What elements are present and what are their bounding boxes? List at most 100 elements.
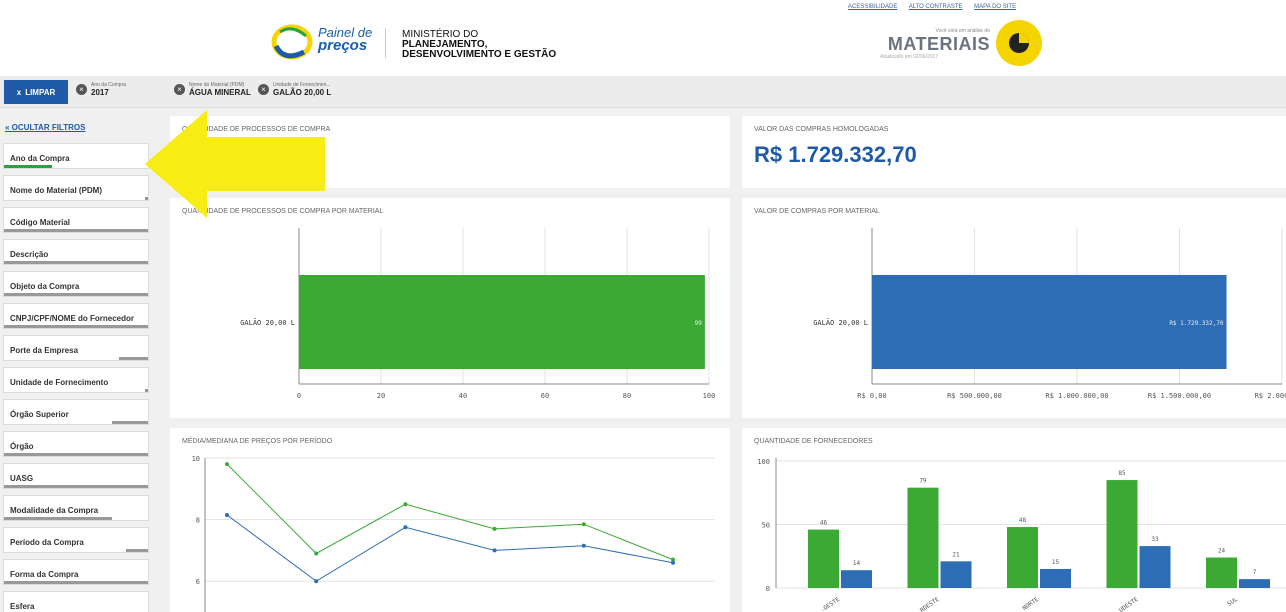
x-tick-label: 0 (297, 392, 301, 400)
x-tick-label: 40 (459, 392, 467, 400)
card-qtd-por-material: QUANTIDADE DE PROCESSOS DE COMPRA POR MA… (170, 198, 730, 418)
y-tick-label: 8 (196, 517, 200, 525)
data-point (581, 543, 586, 548)
filter-item[interactable]: Ano da Compra (3, 143, 149, 169)
data-label: 48 (1019, 517, 1027, 524)
remove-chip-icon[interactable]: × (76, 84, 87, 95)
chart-qtd-por-material[interactable]: 0 20 40 60 80 100 GALÃO 20,00 L 99 (170, 198, 730, 418)
chip-value: ÁGUA MINERAL (189, 88, 251, 97)
analysis-value: MATERIAIS (887, 34, 990, 54)
filter-item[interactable]: Órgão (3, 431, 149, 457)
bar (1040, 568, 1071, 588)
chip-value: 2017 (91, 88, 109, 97)
data-label: R$ 1.729.332,70 (1169, 320, 1224, 327)
data-label: 14 (853, 560, 861, 567)
data-point (314, 579, 319, 584)
data-label: 21 (952, 551, 960, 558)
filter-item[interactable]: Unidade de Fornecimento (3, 367, 149, 393)
data-point (581, 522, 586, 527)
category-label: GALÃO 20,00 L (813, 318, 868, 327)
filter-chip-material[interactable]: × Nome do Material (PDM) ÁGUA MINERAL (174, 82, 251, 97)
filter-item-bar (145, 389, 148, 392)
bar (299, 275, 705, 369)
card-title: VALOR DAS COMPRAS HOMOLOGADAS (754, 126, 889, 133)
data-point (314, 551, 319, 556)
bar (1139, 546, 1171, 588)
filter-item-bar (4, 581, 148, 584)
data-label: 33 (1151, 536, 1159, 543)
filter-item-bar (4, 485, 148, 488)
bar (1239, 579, 1270, 588)
x-tick-label: 80 (623, 392, 631, 400)
chart-media-precos[interactable]: 6 8 10 (170, 428, 730, 612)
category-label: SUL (1226, 596, 1239, 608)
filter-item-bar (119, 357, 148, 360)
chip-value: GALÃO 20,00 L (273, 88, 332, 97)
card-valor-compras: VALOR DAS COMPRAS HOMOLOGADAS R$ 1.729.3… (742, 116, 1286, 188)
filter-item-bar (4, 293, 148, 296)
filter-item[interactable]: Código Material (3, 207, 149, 233)
bar (940, 561, 972, 588)
filter-item-bar (4, 325, 148, 328)
card-media-precos: MÉDIA/MEDIANA DE PREÇOS POR PERÍODO 6 8 10 (170, 428, 730, 612)
bar (1106, 480, 1138, 588)
x-tick-label: R$ 500.000,00 (947, 392, 1002, 400)
filter-item[interactable]: Período da Compra (3, 527, 149, 553)
y-tick-label: 0 (766, 585, 770, 593)
filter-item-label: Forma da Compra (10, 570, 79, 579)
filter-item[interactable]: UASG (3, 463, 149, 489)
filter-chip-unidade[interactable]: × Unidade de Fornecimen... GALÃO 20,00 L (258, 82, 331, 97)
filter-item[interactable]: Órgão Superior (3, 399, 149, 425)
data-point (225, 512, 229, 517)
data-point (492, 526, 497, 531)
filter-item[interactable]: Porte da Empresa (3, 335, 149, 361)
link-acessibilidade[interactable]: ACESSIBILIDADE (848, 4, 897, 10)
filter-item[interactable]: Descrição (3, 239, 149, 265)
y-tick-label: 50 (762, 522, 770, 530)
x-tick-label: R$ 0,00 (857, 392, 887, 400)
filter-item-bar (4, 165, 52, 168)
filter-item-bar (4, 261, 148, 264)
filter-chip-ano[interactable]: × Ano da Compra 2017 (76, 82, 126, 97)
hide-filters-label: OCULTAR FILTROS (11, 123, 86, 132)
analysis-context: Você está em análise de MATERIAIS Atuali… (880, 28, 990, 60)
data-label: 79 (919, 478, 927, 485)
logo-text[interactable]: Painel de preços (318, 26, 372, 54)
filter-item[interactable]: CNPJ/CPF/NOME do Fornecedor (3, 303, 149, 329)
materials-toggle-button[interactable] (996, 20, 1042, 66)
filter-item[interactable]: Objeto da Compra (3, 271, 149, 297)
page-header: Painel de preços MINISTÉRIO DO PLANEJAME… (0, 0, 1286, 76)
highlight-arrow-icon (145, 110, 325, 218)
x-tick-label: R$ 1.500.000,00 (1148, 392, 1211, 400)
category-label: UDESTE (1118, 596, 1140, 612)
category-label: NORTE (1021, 596, 1040, 612)
filter-item[interactable]: Modalidade da Compra (3, 495, 149, 521)
bar (907, 487, 939, 588)
filter-item[interactable]: Esfera (3, 591, 149, 612)
filter-item-label: Porte da Empresa (10, 346, 79, 355)
y-tick-label: 100 (757, 458, 770, 466)
chart-fornecedores[interactable]: 0 50 100 46 14 -OESTE 79 21 RDESTE 48 15 NORTE 85 33 U… (742, 428, 1286, 612)
ministry-name: MINISTÉRIO DO PLANEJAMENTO, DESENVOLVIME… (402, 30, 556, 60)
bar (1206, 557, 1237, 588)
filter-item[interactable]: Nome do Material (PDM) (3, 175, 149, 201)
clear-filters-button[interactable]: x LIMPAR (4, 80, 68, 104)
category-label: RDESTE (919, 596, 941, 612)
filter-item-label: Código Material (10, 218, 71, 227)
pie-chart-icon (1009, 33, 1029, 53)
filter-item-label: Unidade de Fornecimento (10, 378, 109, 387)
data-label: 85 (1118, 470, 1126, 477)
remove-chip-icon[interactable]: × (174, 84, 185, 95)
y-tick-label: 6 (196, 578, 200, 586)
link-alto-contraste[interactable]: ALTO CONTRASTE (909, 4, 963, 10)
filter-item-label: Descrição (10, 250, 49, 259)
chart-valor-por-material[interactable]: R$ 0,00 R$ 500.000,00 R$ 1.000.000,00 R$ 1.… (742, 198, 1286, 418)
logo-line2: preços (318, 37, 368, 54)
data-point (403, 525, 408, 530)
hide-filters-link[interactable]: « OCULTAR FILTROS (5, 123, 85, 132)
filter-item[interactable]: Forma da Compra (3, 559, 149, 585)
remove-chip-icon[interactable]: × (258, 84, 269, 95)
series-line (226, 463, 674, 561)
data-point (403, 502, 408, 507)
link-mapa-do-site[interactable]: MAPA DO SITE (974, 4, 1016, 10)
